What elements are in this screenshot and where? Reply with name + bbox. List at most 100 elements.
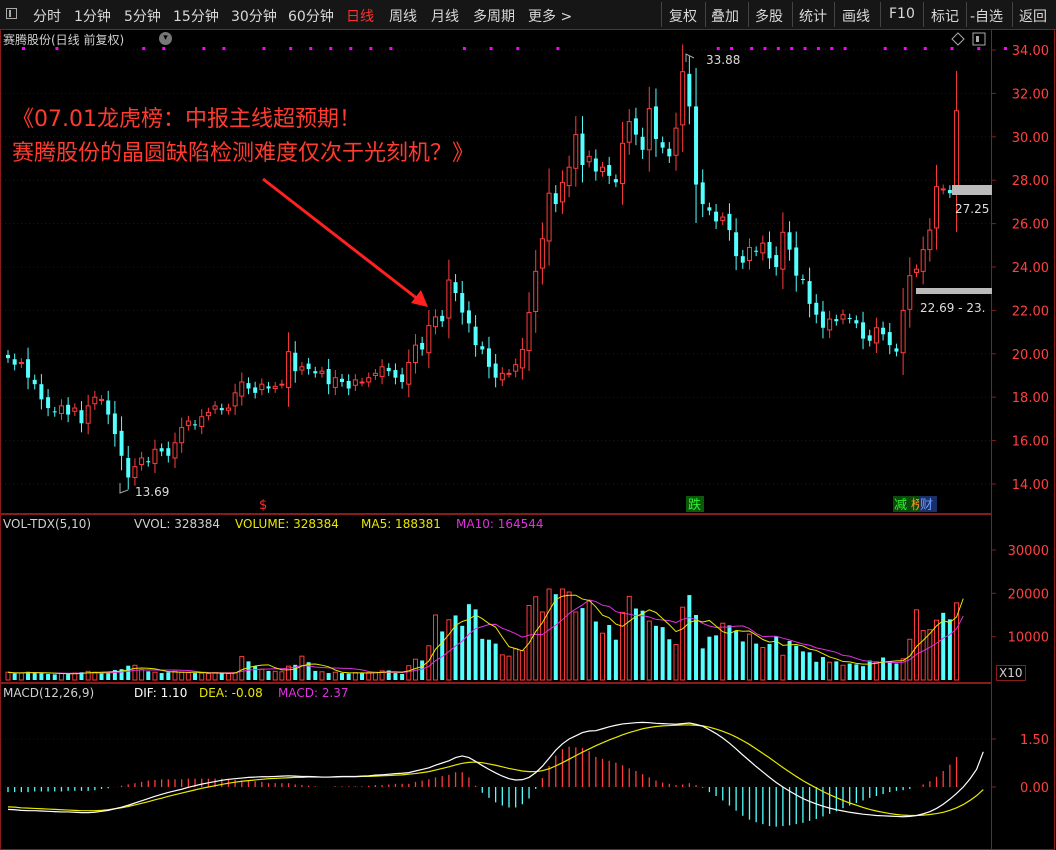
signal-dot <box>222 47 226 50</box>
volume-bar <box>66 673 71 680</box>
volume-bar <box>58 673 64 681</box>
volume-bar <box>152 671 158 681</box>
candle-body <box>52 411 57 413</box>
volume-bar <box>800 651 805 680</box>
volume-bar <box>660 627 665 680</box>
price-panel-title: 赛腾股份(日线 前复权) <box>3 33 125 47</box>
candle-body <box>493 363 498 378</box>
candle-body <box>573 134 579 169</box>
volume-bar <box>700 648 705 680</box>
signal-dot <box>516 47 520 50</box>
candle-body <box>39 384 44 400</box>
candle-body <box>900 309 906 354</box>
volume-bar <box>807 652 812 680</box>
volume-bar <box>426 645 432 681</box>
dif-line <box>7 721 984 818</box>
candle-body <box>680 71 686 126</box>
volume-bar <box>533 596 539 681</box>
candle-body <box>780 231 786 270</box>
dropdown-icon[interactable]: ▾ <box>159 32 172 45</box>
candle-body <box>266 386 271 389</box>
candle-body <box>253 387 258 393</box>
candle-body <box>546 192 552 242</box>
candle-body <box>907 275 913 310</box>
candle-body <box>499 372 505 381</box>
candle-body <box>306 363 311 369</box>
candle-body <box>146 461 151 463</box>
candle-body <box>620 142 626 184</box>
candle-body <box>559 181 565 203</box>
candle-body <box>820 311 825 328</box>
signal-dot <box>716 47 720 50</box>
signal-dot <box>763 47 767 50</box>
signal-dot <box>556 47 560 50</box>
volume-bar <box>513 648 519 681</box>
macd-indicator-name[interactable]: MACD(12,26,9) <box>3 686 94 700</box>
volume-bar <box>126 665 131 680</box>
volume-bar <box>573 611 579 681</box>
candle-body <box>727 213 732 231</box>
volume-bar <box>99 672 104 680</box>
signal-dot <box>830 47 834 50</box>
volume-bar <box>633 608 638 680</box>
signal-dot <box>776 47 780 50</box>
volume-indicator-name[interactable]: VOL-TDX(5,10) <box>3 517 91 531</box>
candle-body <box>346 380 351 389</box>
volume-bar <box>193 673 198 680</box>
dea-value: DEA: -0.08 <box>199 686 263 700</box>
candle-body <box>553 193 558 205</box>
macd-tick-label: 0.00 <box>1020 781 1049 796</box>
candle-body <box>834 319 839 322</box>
volume-bar <box>326 673 331 680</box>
candle-body <box>539 238 545 269</box>
volume-bar <box>493 643 498 680</box>
candle-body <box>754 250 759 252</box>
candle-body <box>947 189 952 194</box>
signal-dot <box>349 47 353 50</box>
candle-body <box>827 318 833 331</box>
candle-body <box>12 359 17 365</box>
candle-body <box>700 182 705 205</box>
volume-bar <box>499 654 505 681</box>
candle-body <box>212 405 218 410</box>
volume-bar <box>360 673 365 680</box>
candle-body <box>653 106 658 139</box>
candle-body <box>259 383 265 391</box>
ma5-value: MA5: 188381 <box>361 517 441 531</box>
candle-body <box>607 165 612 176</box>
volume-bar <box>299 655 305 681</box>
candle-body <box>340 378 344 383</box>
volume-bar <box>466 604 471 680</box>
candle-body <box>79 410 84 424</box>
volume-bar <box>707 636 712 680</box>
volume-bar <box>593 621 598 680</box>
candle-body <box>847 317 852 320</box>
volume-bar <box>132 664 138 681</box>
volume-bar <box>941 612 946 680</box>
price-tick-label: 20.00 <box>1012 348 1049 363</box>
volume-bar <box>480 638 485 680</box>
price-tick-label: 14.00 <box>1012 478 1049 493</box>
volume-bar <box>780 654 786 681</box>
volume-bar <box>553 594 558 680</box>
volume-bar <box>947 619 952 680</box>
candle-body <box>480 346 485 350</box>
candle-body <box>32 379 37 385</box>
candle-body <box>313 371 318 374</box>
candle-body <box>420 342 425 350</box>
volume-bar <box>546 588 552 681</box>
candle-body <box>513 364 519 372</box>
volume-unit-label: X10 <box>996 665 1026 681</box>
volume-bar <box>332 671 338 681</box>
candle-body <box>352 379 358 386</box>
volume-bar <box>205 673 211 681</box>
candle-body <box>440 315 445 322</box>
volume-bar <box>613 639 618 680</box>
candle-body <box>913 268 919 273</box>
signal-dot <box>489 47 493 50</box>
volume-bar <box>52 674 57 680</box>
candle-body <box>412 344 418 363</box>
volume-tick-label: 10000 <box>1008 631 1049 646</box>
event-marker-dollar: $ <box>259 498 267 513</box>
volume-bar <box>232 672 238 681</box>
